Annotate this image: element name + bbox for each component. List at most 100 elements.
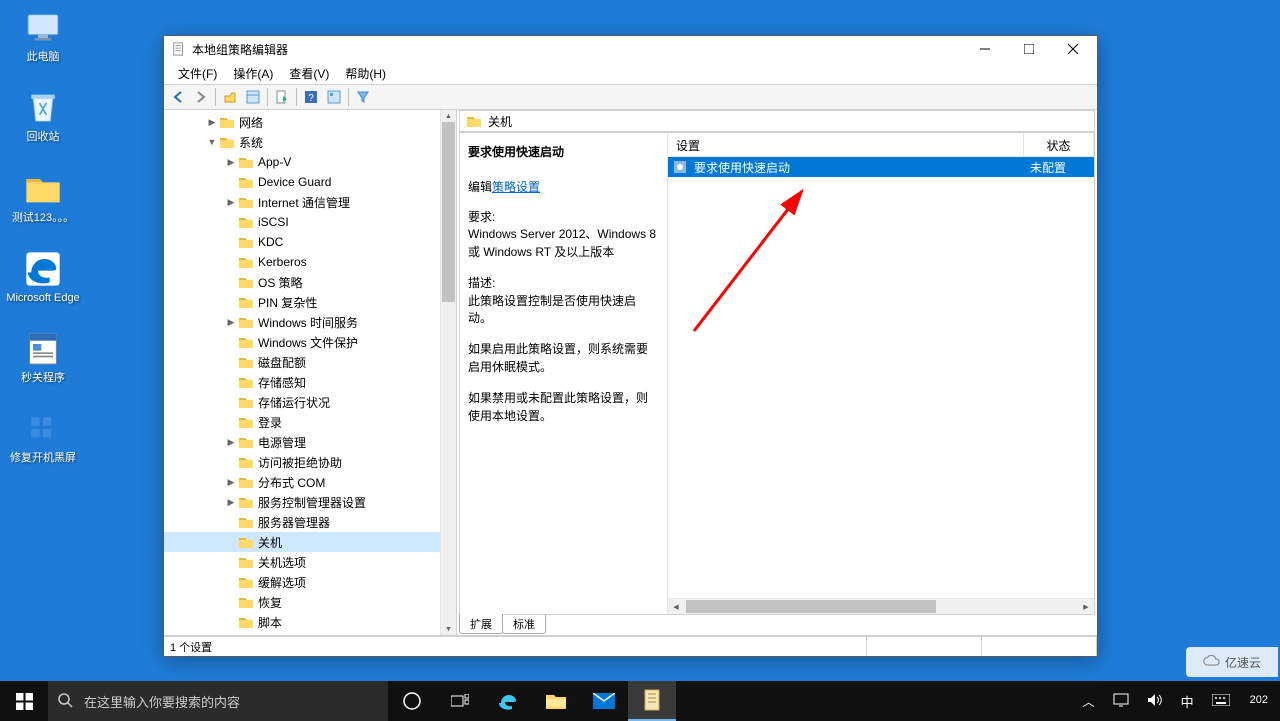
tree-twisty[interactable]: ▶ <box>225 436 237 448</box>
tree-twisty[interactable] <box>225 456 237 468</box>
tab-extended[interactable]: 扩展 <box>459 614 503 634</box>
tree-item[interactable]: 恢复 <box>164 592 440 612</box>
edit-policy-link[interactable]: 策略设置 <box>492 180 540 194</box>
tree-twisty[interactable]: ▶ <box>225 156 237 168</box>
tree[interactable]: ▶网络▼系统▶App-VDevice Guard▶Internet 通信管理iS… <box>164 110 440 635</box>
tree-twisty[interactable] <box>225 176 237 188</box>
tray-clock[interactable]: 202 <box>1244 694 1274 707</box>
tree-twisty[interactable] <box>225 516 237 528</box>
tree-item[interactable]: 登录 <box>164 412 440 432</box>
tree-twisty[interactable] <box>225 556 237 568</box>
tree-item[interactable]: 服务器管理器 <box>164 512 440 532</box>
tree-item[interactable]: Windows 文件保护 <box>164 332 440 352</box>
tray-chevron-icon[interactable]: ︿ <box>1079 693 1099 710</box>
tree-item[interactable]: 访问被拒绝协助 <box>164 452 440 472</box>
tree-twisty[interactable] <box>225 296 237 308</box>
tree-twisty[interactable]: ▼ <box>206 136 218 148</box>
back-button[interactable] <box>167 86 189 108</box>
tree-item[interactable]: 磁盘配额 <box>164 352 440 372</box>
tree-twisty[interactable] <box>225 536 237 548</box>
titlebar[interactable]: 本地组策略编辑器 <box>164 36 1097 62</box>
tree-item[interactable]: 脚本 <box>164 612 440 632</box>
tree-twisty[interactable] <box>225 376 237 388</box>
up-button[interactable] <box>219 86 241 108</box>
list-row[interactable]: 要求使用快速启动 未配置 <box>668 157 1094 177</box>
tree-twisty[interactable] <box>225 616 237 628</box>
tray-ime[interactable]: 中 <box>1177 692 1198 711</box>
menu-action[interactable]: 操作(A) <box>225 63 281 84</box>
filter-button[interactable] <box>352 86 374 108</box>
tray-volume-icon[interactable] <box>1143 693 1167 710</box>
task-view-button[interactable] <box>436 681 484 721</box>
tree-twisty[interactable] <box>225 236 237 248</box>
tree-item[interactable]: ▶App-V <box>164 152 440 172</box>
tree-item[interactable]: 缓解选项 <box>164 572 440 592</box>
view-button[interactable] <box>242 86 264 108</box>
search-box[interactable]: 在这里输入你要搜索的内容 <box>48 681 388 721</box>
tray-monitor-icon[interactable] <box>1109 693 1133 710</box>
tree-scrollbar[interactable]: ▲ ▼ <box>440 110 456 635</box>
taskbar-explorer[interactable] <box>532 681 580 721</box>
tree-item[interactable]: ▼系统 <box>164 132 440 152</box>
taskbar-edge[interactable] <box>484 681 532 721</box>
desktop-icon-edge[interactable]: Microsoft Edge <box>6 249 80 305</box>
tree-twisty[interactable]: ▶ <box>225 316 237 328</box>
horizontal-scrollbar[interactable]: ◀ ▶ <box>668 598 1094 614</box>
forward-button[interactable] <box>190 86 212 108</box>
tree-item[interactable]: 关机 <box>164 532 440 552</box>
taskbar-mail[interactable] <box>580 681 628 721</box>
tree-twisty[interactable]: ▶ <box>206 116 218 128</box>
close-button[interactable] <box>1051 36 1095 62</box>
menu-help[interactable]: 帮助(H) <box>337 63 394 84</box>
tree-twisty[interactable] <box>225 576 237 588</box>
tree-item[interactable]: KDC <box>164 232 440 252</box>
col-setting[interactable]: 设置 <box>668 133 1024 156</box>
tree-item[interactable]: 存储感知 <box>164 372 440 392</box>
tree-item[interactable]: ▶服务控制管理器设置 <box>164 492 440 512</box>
tree-twisty[interactable] <box>225 596 237 608</box>
tree-item[interactable]: ▶网络 <box>164 112 440 132</box>
maximize-button[interactable] <box>1007 36 1051 62</box>
tree-item[interactable]: 关机选项 <box>164 552 440 572</box>
minimize-button[interactable] <box>963 36 1007 62</box>
col-state[interactable]: 状态 <box>1024 133 1094 156</box>
desktop-icon-this-pc[interactable]: 此电脑 <box>6 8 80 64</box>
tree-item[interactable]: 存储运行状况 <box>164 392 440 412</box>
tree-item[interactable]: ▶电源管理 <box>164 432 440 452</box>
tree-item[interactable]: ▶Windows 时间服务 <box>164 312 440 332</box>
desktop-icon-test-folder[interactable]: 测试123。。。 <box>6 169 80 225</box>
scrollbar-thumb[interactable] <box>686 600 936 613</box>
export-button[interactable] <box>271 86 293 108</box>
menu-view[interactable]: 查看(V) <box>281 63 337 84</box>
tree-twisty[interactable] <box>225 356 237 368</box>
tree-twisty[interactable] <box>225 396 237 408</box>
tree-item[interactable]: ▶分布式 COM <box>164 472 440 492</box>
tree-twisty[interactable]: ▶ <box>225 196 237 208</box>
tree-item[interactable]: PIN 复杂性 <box>164 292 440 312</box>
tree-twisty[interactable] <box>225 256 237 268</box>
start-button[interactable] <box>0 681 48 721</box>
tree-item[interactable]: ▶Internet 通信管理 <box>164 192 440 212</box>
tree-twisty[interactable] <box>225 216 237 228</box>
scrollbar-thumb[interactable] <box>442 122 455 302</box>
help-button[interactable]: ? <box>300 86 322 108</box>
list-header[interactable]: 设置 状态 <box>668 133 1094 157</box>
tray-keyboard-icon[interactable] <box>1208 694 1234 709</box>
tree-item[interactable]: OS 策略 <box>164 272 440 292</box>
properties-button[interactable] <box>323 86 345 108</box>
cortana-button[interactable] <box>388 681 436 721</box>
tree-twisty[interactable] <box>225 336 237 348</box>
tree-twisty[interactable]: ▶ <box>225 476 237 488</box>
tree-twisty[interactable] <box>225 276 237 288</box>
menu-file[interactable]: 文件(F) <box>170 63 225 84</box>
tree-twisty[interactable]: ▶ <box>225 496 237 508</box>
tree-item[interactable]: Kerberos <box>164 252 440 272</box>
tab-standard[interactable]: 标准 <box>502 615 546 634</box>
taskbar-gpedit[interactable] <box>628 681 676 721</box>
desktop-icon-fix-app[interactable]: 修复开机黑屏 <box>6 409 80 465</box>
tree-twisty[interactable] <box>225 416 237 428</box>
desktop-icon-shutdown-app[interactable]: 秒关程序 <box>6 329 80 385</box>
tree-item[interactable]: iSCSI <box>164 212 440 232</box>
tree-item[interactable]: Device Guard <box>164 172 440 192</box>
desktop-icon-recycle-bin[interactable]: 回收站 <box>6 88 80 144</box>
